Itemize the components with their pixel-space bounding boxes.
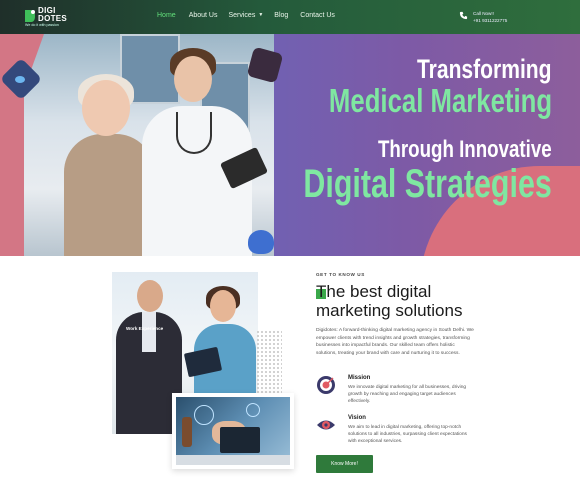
hero-photo <box>24 34 274 256</box>
call-label: Call Now!! <box>473 11 494 16</box>
experience-label: Work Experience <box>126 326 164 331</box>
logo-icon <box>25 10 35 22</box>
patient-figure <box>64 134 154 256</box>
hero-banner: Transforming Medical Marketing Through I… <box>0 34 580 256</box>
medicine-bottle <box>182 417 192 447</box>
nav-contact-link[interactable]: Contact Us <box>300 12 335 19</box>
nav-services-label: Services <box>228 12 256 19</box>
nav-home-link[interactable]: Home <box>157 12 176 19</box>
hero-heading-line2: Medical Marketing <box>328 82 552 119</box>
about-secondary-photo <box>172 393 294 469</box>
eye-icon <box>317 420 335 430</box>
section-title-line2: marketing solutions <box>316 301 463 320</box>
phone-icon <box>459 11 468 20</box>
section-title-line1: The best digital <box>316 282 432 301</box>
heart-decor-icon <box>248 230 274 254</box>
vision-title: Vision <box>348 415 366 421</box>
about-description: Digidotes: A forward-thinking digital ma… <box>316 328 474 356</box>
chevron-down-icon: ▼ <box>258 12 264 18</box>
logo-tagline: We do it with passion <box>25 23 59 27</box>
hologram-circle <box>194 405 214 425</box>
desk-surface <box>176 455 290 465</box>
main-menu: Home About Us Services ▼ Blog Contact Us <box>157 12 335 19</box>
phone-number[interactable]: +91 9311222775 <box>473 18 507 23</box>
nurse-head <box>210 290 236 322</box>
hologram-circle <box>246 403 260 417</box>
businessman-head <box>137 280 163 312</box>
patient-head <box>82 80 130 136</box>
target-icon <box>317 376 335 394</box>
hero-heading-line3: Through Innovative <box>378 136 552 163</box>
businessman-shirt <box>142 312 156 352</box>
logo-text: DIGI DOTES <box>38 6 68 23</box>
hero-heading-line1: Transforming <box>417 54 552 84</box>
nav-services-link[interactable]: Services ▼ <box>228 12 263 19</box>
hero-heading-line4: Digital Strategies <box>303 162 552 206</box>
mission-title: Mission <box>348 375 371 381</box>
section-eyebrow: GET TO KNOW US <box>316 272 365 277</box>
top-navbar: DIGI DOTES We do it with passion Home Ab… <box>0 0 580 34</box>
tablet-device <box>220 427 260 453</box>
secondary-photo-content <box>176 397 290 465</box>
know-more-button[interactable]: Know More! <box>316 455 373 473</box>
nav-blog-link[interactable]: Blog <box>274 12 288 19</box>
doctor-head <box>174 56 212 102</box>
stethoscope-icon <box>176 112 212 154</box>
mission-text: We innovate digital marketing for all bu… <box>348 385 467 404</box>
brand-logo[interactable]: DIGI DOTES We do it with passion <box>24 6 68 28</box>
nav-about-link[interactable]: About Us <box>189 12 218 19</box>
vision-text: We aim to lead in digital marketing, off… <box>348 425 467 444</box>
eye-pupil <box>15 76 25 83</box>
